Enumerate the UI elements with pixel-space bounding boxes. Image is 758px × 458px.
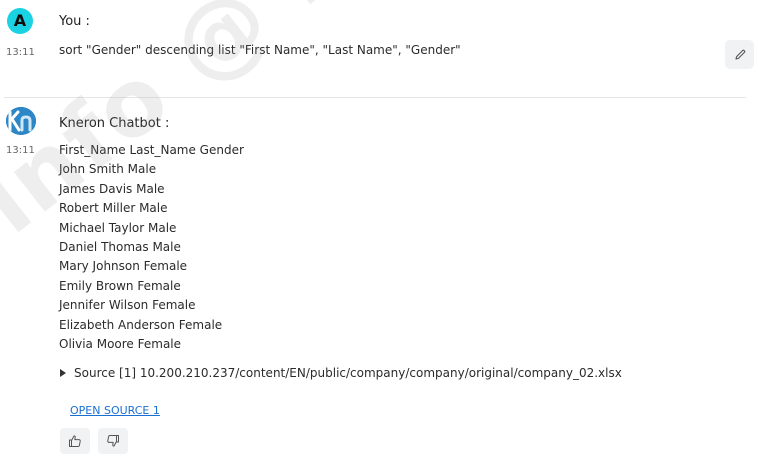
answer-line: Michael Taylor Male xyxy=(59,220,177,235)
pencil-icon xyxy=(734,49,745,60)
answer-line: Jennifer Wilson Female xyxy=(59,298,196,313)
message-divider xyxy=(4,97,746,98)
edit-message-button[interactable] xyxy=(725,40,754,69)
chat-page: A You : 13:11 sort "Gender" descending l… xyxy=(0,0,758,458)
bot-message-time: 13:11 xyxy=(6,145,35,156)
thumbs-down-icon xyxy=(107,435,119,447)
user-sender-name: You : xyxy=(59,14,90,29)
user-message-time: 13:11 xyxy=(6,47,35,58)
bot-sender-name: Kneron Chatbot : xyxy=(59,116,170,131)
like-button[interactable] xyxy=(60,428,90,454)
kneron-logo-icon xyxy=(6,107,36,135)
answer-line: Olivia Moore Female xyxy=(59,337,182,352)
bot-answer: First_Name Last_Name Gender John Smith M… xyxy=(59,141,244,354)
answer-line: John Smith Male xyxy=(59,162,157,177)
thumbs-up-icon xyxy=(69,435,81,447)
dislike-button[interactable] xyxy=(98,428,128,454)
answer-line: Daniel Thomas Male xyxy=(59,240,181,255)
user-avatar: A xyxy=(7,8,33,34)
answer-line: Mary Johnson Female xyxy=(59,259,188,274)
answer-line: First_Name Last_Name Gender xyxy=(59,143,244,157)
answer-line: Elizabeth Anderson Female xyxy=(59,317,223,332)
caret-right-icon xyxy=(60,369,66,377)
user-message-text: sort "Gender" descending list "First Nam… xyxy=(59,43,461,57)
bot-avatar xyxy=(6,107,36,135)
answer-line: James Davis Male xyxy=(59,181,165,196)
answer-line: Robert Miller Male xyxy=(59,201,168,216)
source-toggle[interactable]: Source [1] 10.200.210.237/content/EN/pub… xyxy=(59,366,622,380)
open-source-link[interactable]: OPEN SOURCE 1 xyxy=(70,404,160,417)
answer-line: Emily Brown Female xyxy=(59,278,181,293)
source-text: Source [1] 10.200.210.237/content/EN/pub… xyxy=(74,366,622,380)
